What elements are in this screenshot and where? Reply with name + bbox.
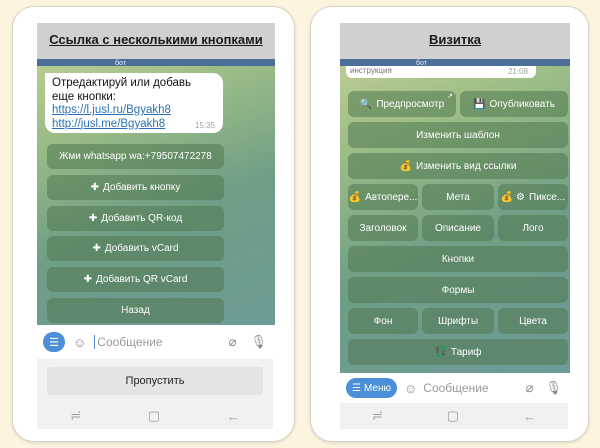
plus-icon: ✚ (88, 213, 98, 224)
home-icon[interactable]: ▢ (148, 408, 160, 424)
home-icon[interactable]: ▢ (447, 408, 459, 424)
forms-button[interactable]: Формы (348, 277, 568, 303)
description-button[interactable]: Описание (422, 215, 494, 241)
add-button-button[interactable]: ✚ Добавить кнопку (47, 175, 224, 200)
left-screen: Ссылка с несколькими кнопками бот Отреда… (37, 23, 275, 325)
colors-button[interactable]: Цвета (498, 308, 568, 334)
add-qr-vcard-button[interactable]: ✚ Добавить QR vCard (47, 267, 224, 292)
message-input[interactable]: Сообщение (423, 381, 525, 395)
button-label: Опубликовать (489, 98, 555, 110)
currency-exchange-icon: 💱 (434, 346, 447, 358)
button-label: Добавить кнопку (103, 182, 181, 193)
plus-icon: ✚ (83, 274, 92, 285)
change-template-button[interactable]: Изменить шаблон (348, 122, 568, 148)
fonts-button[interactable]: Шрифты (422, 308, 494, 334)
left-input-bar: ☰ ☺ Сообщение ⌀ 🎙 (37, 325, 273, 359)
money-bag-icon: 💰 (348, 191, 362, 203)
button-label: Тариф (450, 346, 482, 358)
sticker-icon[interactable]: ☺ (404, 381, 417, 396)
chat-header-bar (340, 59, 570, 66)
left-phone: Ссылка с несколькими кнопками бот Отреда… (12, 6, 295, 442)
button-label: Автопере... (365, 191, 418, 203)
peek-bubble: инструкция 21:08 (346, 66, 536, 78)
buttons-button[interactable]: Кнопки (348, 246, 568, 272)
menu-button[interactable]: ☰ Меню (346, 378, 397, 398)
mic-icon[interactable]: 🎙 (545, 380, 562, 396)
message-time: 15:35 (194, 120, 215, 130)
message-text: Отредактируй или добавь еще кнопки: (52, 77, 192, 103)
skip-area: Пропустить (37, 359, 273, 403)
button-label: Шрифты (437, 315, 479, 327)
plus-icon: ✚ (90, 182, 100, 193)
recents-icon[interactable]: ≓ (372, 408, 383, 424)
right-title: Визитка (340, 23, 570, 59)
back-button[interactable]: Назад (47, 298, 224, 323)
recents-icon[interactable]: ≓ (70, 408, 81, 424)
button-label: Цвета (519, 315, 547, 327)
button-label: Назад (121, 305, 150, 316)
title-button[interactable]: Заголовок (348, 215, 418, 241)
button-label: Жми whatsapp wa:+79507472278 (59, 151, 212, 162)
peek-text: бот (115, 60, 126, 67)
button-label: Изменить вид ссылки (416, 160, 517, 172)
right-phone: Визитка бот инструкция 21:08 🔍 Предпросм… (310, 6, 589, 442)
menu-icon[interactable]: ☰ (43, 332, 65, 352)
button-label: Заголовок (359, 222, 407, 234)
external-link-icon: ↗ (447, 93, 453, 100)
right-input-bar: ☰ Меню ☺ Сообщение ⌀ 🎙 (340, 373, 568, 403)
short-link-1[interactable]: https://l.jusl.ru/Bgyakh8 (52, 104, 216, 118)
menu-label: Меню (363, 382, 391, 394)
floppy-icon: 💾 (473, 98, 486, 110)
button-label: Добавить QR vCard (95, 274, 188, 285)
button-label: Пиксе... (529, 191, 566, 203)
background-button[interactable]: Фон (348, 308, 418, 334)
mic-icon[interactable]: 🎙 (250, 334, 267, 350)
left-title: Ссылка с несколькими кнопками (37, 23, 275, 59)
sticker-icon[interactable]: ☺ (73, 335, 86, 350)
message-input[interactable]: Сообщение (94, 335, 228, 349)
preview-button[interactable]: 🔍 Предпросмотр ↗ (348, 91, 456, 117)
attach-icon[interactable]: ⌀ (229, 334, 237, 350)
add-vcard-button[interactable]: ✚ Добавить vCard (47, 236, 224, 261)
button-label: Добавить QR-код (101, 213, 183, 224)
money-bag-icon: 💰 (399, 160, 413, 172)
left-nav-bar: ≓ ▢ ← (37, 403, 273, 429)
button-label: Мета (446, 191, 470, 203)
logo-button[interactable]: Лого (498, 215, 568, 241)
pixel-button[interactable]: 💰 ⚙ Пиксе... (498, 184, 568, 210)
publish-button[interactable]: 💾 Опубликовать (460, 91, 568, 117)
button-label: Фон (373, 315, 393, 327)
chat-header-bar (37, 59, 275, 66)
skip-button[interactable]: Пропустить (47, 367, 263, 395)
button-label: Добавить vCard (104, 243, 179, 254)
right-nav-bar: ≓ ▢ ← (340, 403, 568, 429)
attach-icon[interactable]: ⌀ (526, 380, 534, 396)
back-arrow-icon[interactable]: ← (523, 409, 536, 424)
button-label: Изменить шаблон (416, 129, 500, 141)
tariff-button[interactable]: 💱 Тариф (348, 339, 568, 365)
whatsapp-button[interactable]: Жми whatsapp wa:+79507472278 (47, 144, 224, 169)
button-label: Лого (522, 222, 544, 234)
button-label: Формы (441, 284, 475, 296)
autoredirect-button[interactable]: 💰 Автопере... (348, 184, 418, 210)
peek-bubble-text: инструкция (350, 66, 392, 75)
meta-button[interactable]: Мета (422, 184, 494, 210)
add-qr-code-button[interactable]: ✚ Добавить QR-код (47, 206, 224, 231)
button-label: Предпросмотр (376, 98, 445, 110)
short-link-2[interactable]: http://jusl.me/Bgyakh8 (52, 118, 216, 132)
menu-icon: ☰ (352, 382, 361, 394)
right-screen: Визитка бот инструкция 21:08 🔍 Предпросм… (340, 23, 570, 373)
button-label: Описание (434, 222, 481, 234)
plus-icon: ✚ (92, 243, 101, 254)
button-label: Кнопки (441, 253, 475, 265)
change-link-view-button[interactable]: 💰 Изменить вид ссылки (348, 153, 568, 179)
back-arrow-icon[interactable]: ← (227, 409, 240, 424)
magnifier-icon: 🔍 (359, 98, 373, 110)
money-bag-gear-icon: 💰 ⚙ (500, 191, 526, 203)
message-bubble: Отредактируй или добавь еще кнопки: http… (45, 73, 223, 133)
peek-bubble-time: 21:08 (507, 67, 528, 76)
